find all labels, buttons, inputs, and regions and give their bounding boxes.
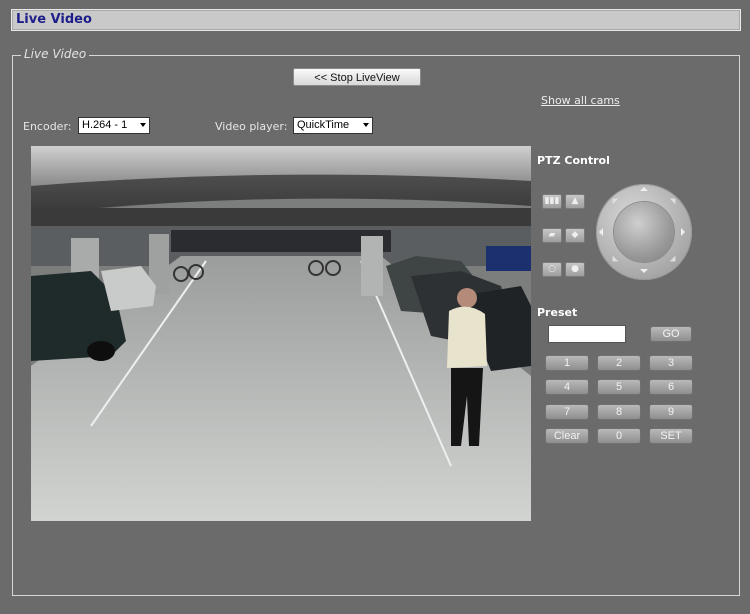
iris-open-button[interactable]: ● [565,262,585,277]
page-header: Live Video [11,9,741,31]
ptz-joystick[interactable] [596,184,692,280]
page-title: Live Video [16,12,92,27]
video-player-label: Video player: [215,120,288,133]
preset-go-button[interactable]: GO [650,326,692,342]
preset-key-7[interactable]: 7 [545,404,589,420]
focus-far-icon: ◆ [571,230,579,240]
show-all-cams-link[interactable]: Show all cams [541,94,620,107]
preset-title: Preset [537,306,578,319]
preset-key-1[interactable]: 1 [545,355,589,371]
preset-input[interactable] [548,325,626,343]
focus-near-icon: ▰ [548,230,556,240]
zoom-wide-button[interactable]: ▮▮▮ [542,194,562,209]
preset-key-4[interactable]: 4 [545,379,589,395]
ptz-control-title: PTZ Control [537,154,610,167]
arrow-up-icon[interactable] [640,187,648,191]
arrow-down-right-icon[interactable] [669,255,679,265]
live-video-feed[interactable] [31,146,531,521]
zoom-tele-button[interactable]: ▲ [565,194,585,209]
chevron-down-icon [363,123,369,127]
preset-key-3[interactable]: 3 [649,355,693,371]
arrow-down-icon[interactable] [640,269,648,273]
encoder-value: H.264 - 1 [82,119,128,131]
panel-legend: Live Video [21,47,90,61]
preset-key-8[interactable]: 8 [597,404,641,420]
video-player-select[interactable]: QuickTime [293,117,373,134]
video-player-value: QuickTime [297,119,350,131]
preset-key-5[interactable]: 5 [597,379,641,395]
preset-key-9[interactable]: 9 [649,404,693,420]
focus-near-button[interactable]: ▰ [542,228,562,243]
joystick-knob[interactable] [614,202,674,262]
video-frame-image [31,146,531,521]
arrow-up-right-icon[interactable] [669,195,679,205]
preset-set-button[interactable]: SET [649,428,693,444]
chevron-down-icon [140,123,146,127]
preset-key-2[interactable]: 2 [597,355,641,371]
zoom-tele-icon: ▲ [571,196,579,206]
preset-key-0[interactable]: 0 [597,428,641,444]
zoom-wide-icon: ▮▮▮ [544,196,560,206]
encoder-label: Encoder: [23,120,72,133]
arrow-right-icon[interactable] [681,228,685,236]
iris-open-icon: ● [571,264,579,274]
arrow-up-left-icon[interactable] [609,195,619,205]
preset-clear-button[interactable]: Clear [545,428,589,444]
preset-key-6[interactable]: 6 [649,379,693,395]
arrow-down-left-icon[interactable] [609,255,619,265]
arrow-left-icon[interactable] [599,228,603,236]
stop-liveview-button[interactable]: << Stop LiveView [293,68,421,86]
focus-far-button[interactable]: ◆ [565,228,585,243]
iris-close-button[interactable]: ○ [542,262,562,277]
iris-close-icon: ○ [548,264,556,274]
encoder-select[interactable]: H.264 - 1 [78,117,150,134]
